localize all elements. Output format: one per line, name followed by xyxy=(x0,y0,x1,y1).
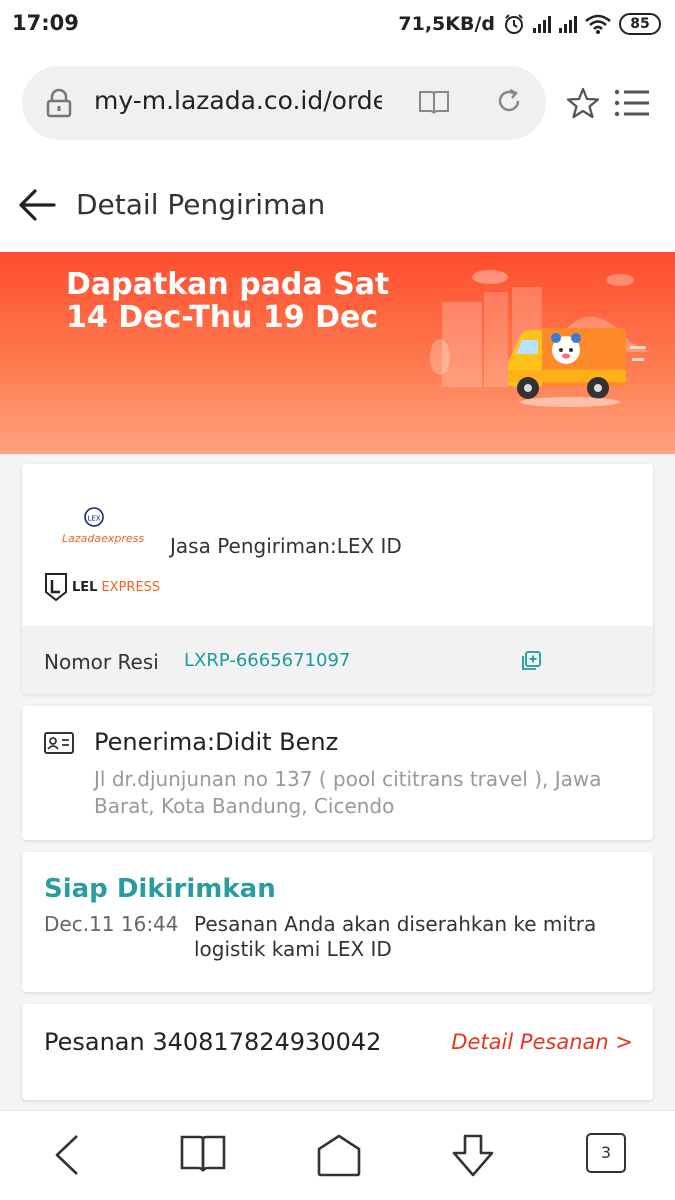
battery-icon: 85 xyxy=(619,13,661,35)
reload-icon[interactable] xyxy=(494,86,524,116)
lazada-express-logo: LEX Lazadaexpress xyxy=(62,506,144,545)
tabs-count-button[interactable]: 3 xyxy=(586,1133,626,1173)
bookmark-star-icon[interactable] xyxy=(566,86,600,120)
lel-logo-bold: LEL xyxy=(72,579,98,595)
page-header: Detail Pengiriman xyxy=(0,160,675,252)
back-chevron-icon[interactable] xyxy=(52,1133,82,1177)
order-card: Pesanan 340817824930042 Detail Pesanan > xyxy=(22,1004,653,1100)
bookmarks-book-icon[interactable] xyxy=(180,1133,226,1173)
status-time: 17:09 xyxy=(12,11,79,35)
tracking-number-label: Nomor Resi xyxy=(44,650,159,674)
tracking-status-title: Siap Dikirimkan xyxy=(44,874,276,904)
delivery-estimate-text: Dapatkan pada Sat 14 Dec-Thu 19 Dec xyxy=(66,268,389,334)
tracking-event-date: Dec.11 16:44 xyxy=(44,912,179,936)
lel-express-logo: LEL EXPRESS xyxy=(44,572,160,602)
tracking-number-value[interactable]: LXRP-6665671097 xyxy=(184,650,350,671)
home-icon[interactable] xyxy=(316,1133,362,1177)
tracking-status-card: Siap Dikirimkan Dec.11 16:44 Pesanan And… xyxy=(22,852,653,992)
lock-icon xyxy=(46,88,72,118)
tracking-number-row: Nomor Resi LXRP-6665671097 xyxy=(22,626,653,694)
download-icon[interactable] xyxy=(450,1133,496,1179)
network-speed: 71,5KB/d xyxy=(398,13,495,35)
copy-icon[interactable] xyxy=(520,650,542,672)
lazada-express-logo-text: Lazadaexpress xyxy=(62,532,145,545)
delivery-estimate-banner: Dapatkan pada Sat 14 Dec-Thu 19 Dec xyxy=(0,252,675,454)
shipping-service-label: Jasa Pengiriman:LEX ID xyxy=(170,534,402,558)
menu-icon[interactable] xyxy=(614,88,650,118)
svg-text:LEX: LEX xyxy=(87,515,100,523)
reader-mode-icon[interactable] xyxy=(418,88,450,116)
signal-icon xyxy=(533,15,551,33)
status-indicators: 71,5KB/d 85 xyxy=(398,10,661,38)
lel-shield-icon xyxy=(45,573,67,602)
url-text[interactable]: my-m.lazada.co.id/order xyxy=(94,86,382,115)
lex-badge-icon: LEX xyxy=(84,507,104,527)
back-arrow-icon[interactable] xyxy=(18,188,56,222)
tabs-count: 3 xyxy=(600,1143,612,1162)
alarm-icon xyxy=(505,14,523,34)
order-number: Pesanan 340817824930042 xyxy=(44,1028,382,1056)
signal-icon xyxy=(559,15,577,33)
banner-line1: Dapatkan pada Sat xyxy=(66,267,390,302)
delivery-truck-illustration xyxy=(430,270,650,407)
address-bar[interactable]: my-m.lazada.co.id/order xyxy=(22,66,546,140)
recipient-name: Penerima:Didit Benz xyxy=(94,728,339,756)
page-title: Detail Pengiriman xyxy=(76,188,326,221)
wifi-icon xyxy=(585,14,611,34)
id-card-icon xyxy=(44,732,74,754)
recipient-address: Jl dr.djunjunan no 137 ( pool cititrans … xyxy=(94,767,602,818)
recipient-card: Penerima:Didit Benz Jl dr.djunjunan no 1… xyxy=(22,706,653,840)
courier-card: LEX Lazadaexpress LEL EXPRESS Jasa Pengir… xyxy=(22,464,653,694)
status-bar: 17:09 71,5KB/d 85 xyxy=(0,0,675,50)
banner-line2: 14 Dec-Thu 19 Dec xyxy=(66,300,379,335)
lel-logo-rest: EXPRESS xyxy=(101,579,161,595)
order-detail-link[interactable]: Detail Pesanan > xyxy=(451,1030,633,1054)
browser-toolbar: my-m.lazada.co.id/order xyxy=(0,50,675,160)
tracking-event-description: Pesanan Anda akan diserahkan ke mitra lo… xyxy=(194,912,597,961)
browser-bottom-nav: 3 xyxy=(0,1110,675,1200)
